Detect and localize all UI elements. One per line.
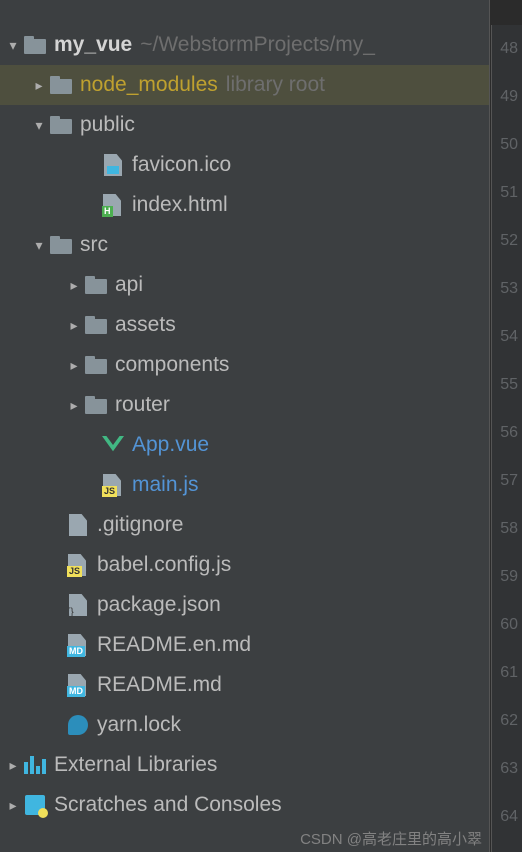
line-number: 55 <box>492 361 518 409</box>
folder-hint: library root <box>226 73 325 97</box>
chevron-down-icon[interactable]: ▾ <box>30 117 48 134</box>
tree-row-external-libraries[interactable]: ▸ External Libraries <box>0 745 489 785</box>
md-file-icon: MD <box>65 634 91 656</box>
libraries-icon <box>22 756 48 774</box>
folder-icon <box>48 116 74 134</box>
md-file-icon: MD <box>65 674 91 696</box>
folder-label: api <box>115 273 143 297</box>
chevron-right-icon[interactable]: ▸ <box>4 797 22 814</box>
file-label: package.json <box>97 593 221 617</box>
tree-row-api[interactable]: ▸ api <box>0 265 489 305</box>
tree-row-node-modules[interactable]: ▸ node_modules library root <box>0 65 489 105</box>
folder-icon <box>83 356 109 374</box>
folder-icon <box>22 36 48 54</box>
file-label: README.en.md <box>97 633 251 657</box>
item-label: Scratches and Consoles <box>54 793 282 817</box>
folder-label: node_modules <box>80 73 218 97</box>
html-file-icon: H <box>100 194 126 216</box>
git-file-icon <box>65 514 91 536</box>
folder-label: public <box>80 113 135 137</box>
tree-row-scratches[interactable]: ▸ Scratches and Consoles <box>0 785 489 825</box>
tree-row-package-json[interactable]: package.json <box>0 585 489 625</box>
tree-row-favicon[interactable]: favicon.ico <box>0 145 489 185</box>
file-label: .gitignore <box>97 513 183 537</box>
chevron-down-icon[interactable]: ▾ <box>4 37 22 54</box>
project-path: ~/WebstormProjects/my_ <box>140 33 375 57</box>
line-number: 54 <box>492 313 518 361</box>
image-file-icon <box>100 154 126 176</box>
tree-row-yarn-lock[interactable]: yarn.lock <box>0 705 489 745</box>
line-number: 59 <box>492 553 518 601</box>
tree-row-router[interactable]: ▸ router <box>0 385 489 425</box>
tree-row-project-root[interactable]: ▾ my_vue ~/WebstormProjects/my_ <box>0 25 489 65</box>
line-number: 61 <box>492 649 518 697</box>
line-number: 48 <box>492 25 518 73</box>
line-number: 49 <box>492 73 518 121</box>
folder-label: assets <box>115 313 176 337</box>
chevron-down-icon[interactable]: ▾ <box>30 237 48 254</box>
chevron-right-icon[interactable]: ▸ <box>65 357 83 374</box>
tree-row-public[interactable]: ▾ public <box>0 105 489 145</box>
chevron-right-icon[interactable]: ▸ <box>65 277 83 294</box>
tree-row-babel-config[interactable]: JS babel.config.js <box>0 545 489 585</box>
watermark-text: CSDN @高老庄里的高小翠 <box>300 828 482 849</box>
line-number: 62 <box>492 697 518 745</box>
chevron-right-icon[interactable]: ▸ <box>65 397 83 414</box>
tree-row-assets[interactable]: ▸ assets <box>0 305 489 345</box>
js-file-icon: JS <box>100 474 126 496</box>
line-number: 57 <box>492 457 518 505</box>
tree-row-readme-en[interactable]: MD README.en.md <box>0 625 489 665</box>
line-number: 58 <box>492 505 518 553</box>
file-label: README.md <box>97 673 222 697</box>
js-file-icon: JS <box>65 554 91 576</box>
project-tree: ▾ my_vue ~/WebstormProjects/my_ ▸ node_m… <box>0 0 490 852</box>
tree-row-readme[interactable]: MD README.md <box>0 665 489 705</box>
yarn-file-icon <box>65 715 91 735</box>
folder-icon <box>83 396 109 414</box>
chevron-right-icon[interactable]: ▸ <box>65 317 83 334</box>
line-number: 63 <box>492 745 518 793</box>
json-file-icon <box>65 594 91 616</box>
folder-icon <box>83 276 109 294</box>
chevron-right-icon[interactable]: ▸ <box>30 77 48 94</box>
line-number: 52 <box>492 217 518 265</box>
file-label: App.vue <box>132 433 209 457</box>
scratches-icon <box>22 795 48 815</box>
folder-icon <box>83 316 109 334</box>
line-number: 53 <box>492 265 518 313</box>
file-label: yarn.lock <box>97 713 181 737</box>
line-number: 56 <box>492 409 518 457</box>
folder-label: src <box>80 233 108 257</box>
folder-label: router <box>115 393 170 417</box>
vue-file-icon <box>100 436 126 454</box>
line-number: 50 <box>492 121 518 169</box>
tree-row-main-js[interactable]: JS main.js <box>0 465 489 505</box>
tree-row-index-html[interactable]: H index.html <box>0 185 489 225</box>
file-label: babel.config.js <box>97 553 231 577</box>
tree-row-app-vue[interactable]: App.vue <box>0 425 489 465</box>
chevron-right-icon[interactable]: ▸ <box>4 757 22 774</box>
file-label: main.js <box>132 473 199 497</box>
file-label: index.html <box>132 193 228 217</box>
item-label: External Libraries <box>54 753 217 777</box>
tree-row-src[interactable]: ▾ src <box>0 225 489 265</box>
file-label: favicon.ico <box>132 153 231 177</box>
folder-icon <box>48 236 74 254</box>
folder-label: components <box>115 353 229 377</box>
project-name: my_vue <box>54 33 132 57</box>
editor-gutter: 48 49 50 51 52 53 54 55 56 57 58 59 60 6… <box>491 25 522 852</box>
folder-icon <box>48 76 74 94</box>
tree-row-gitignore[interactable]: .gitignore <box>0 505 489 545</box>
tree-row-components[interactable]: ▸ components <box>0 345 489 385</box>
line-number: 64 <box>492 793 518 841</box>
line-number: 51 <box>492 169 518 217</box>
line-number: 60 <box>492 601 518 649</box>
